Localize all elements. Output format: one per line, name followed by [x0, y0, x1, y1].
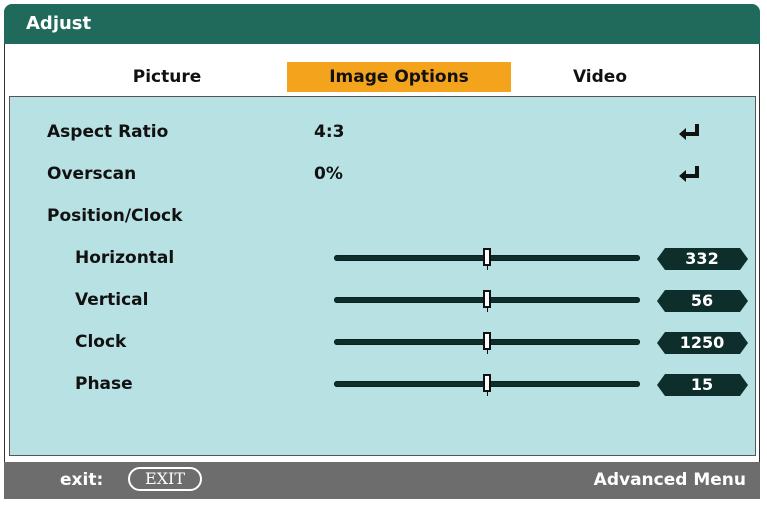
aspect-ratio-label[interactable]: Aspect Ratio — [47, 122, 168, 142]
slider-thumb[interactable] — [483, 248, 491, 270]
tab-video[interactable]: Video — [545, 62, 655, 92]
vertical-slider[interactable] — [334, 290, 640, 312]
clock-value-box: 1250 — [656, 332, 748, 354]
phase-value: 15 — [690, 375, 714, 394]
slider-thumb[interactable] — [483, 290, 491, 312]
title-bar: Adjust — [4, 4, 760, 44]
enter-icon[interactable] — [678, 124, 700, 140]
footer-bar: exit: EXIT Advanced Menu — [4, 462, 760, 499]
clock-label[interactable]: Clock — [75, 332, 126, 352]
aspect-ratio-value: 4:3 — [314, 122, 345, 142]
phase-slider[interactable] — [334, 374, 640, 396]
vertical-value: 56 — [690, 291, 714, 310]
tab-image-options[interactable]: Image Options — [287, 62, 511, 92]
clock-slider[interactable] — [334, 332, 640, 354]
clock-value: 1250 — [679, 333, 725, 352]
horizontal-slider[interactable] — [334, 248, 640, 270]
tab-picture[interactable]: Picture — [97, 62, 237, 92]
slider-thumb[interactable] — [483, 374, 491, 396]
exit-label: exit: — [60, 470, 104, 490]
overscan-value: 0% — [314, 164, 343, 184]
adjust-window: Adjust Picture Image Options Video Aspec… — [4, 4, 760, 499]
phase-value-box: 15 — [656, 374, 748, 396]
menu-frame: Picture Image Options Video Aspect Ratio… — [4, 44, 760, 462]
options-panel: Aspect Ratio 4:3 Overscan 0% Position/Cl… — [9, 96, 756, 456]
vertical-value-box: 56 — [656, 290, 748, 312]
horizontal-value: 332 — [685, 249, 719, 268]
advanced-menu-label[interactable]: Advanced Menu — [594, 470, 746, 490]
horizontal-value-box: 332 — [656, 248, 748, 270]
horizontal-label[interactable]: Horizontal — [75, 248, 174, 268]
position-clock-label: Position/Clock — [47, 206, 183, 226]
slider-thumb[interactable] — [483, 332, 491, 354]
tab-bar: Picture Image Options Video — [5, 44, 759, 96]
phase-label[interactable]: Phase — [75, 374, 133, 394]
window-title: Adjust — [26, 13, 92, 34]
exit-button[interactable]: EXIT — [128, 467, 202, 491]
overscan-label[interactable]: Overscan — [47, 164, 136, 184]
enter-icon[interactable] — [678, 166, 700, 182]
vertical-label[interactable]: Vertical — [75, 290, 148, 310]
